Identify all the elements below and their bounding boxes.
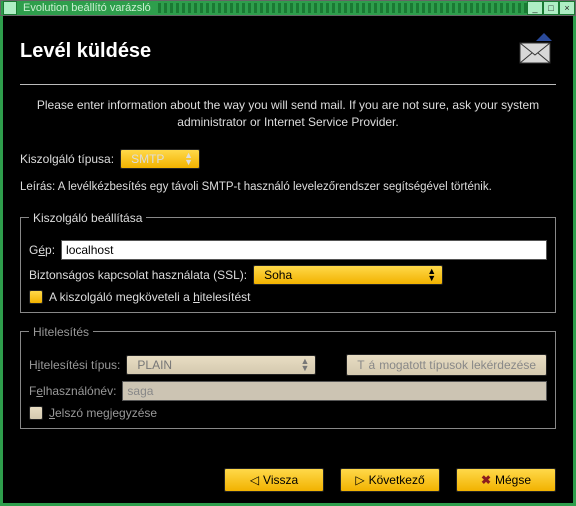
maximize-button[interactable]: □: [543, 1, 559, 15]
ssl-label: Biztonságos kapcsolat használata (SSL):: [29, 268, 247, 282]
auth-required-check[interactable]: A kiszolgáló megköveteli a hitelesítést: [29, 290, 547, 304]
triangle-right-icon: ▷: [355, 473, 364, 487]
remember-password-label: Jelszó megjegyzése: [49, 406, 157, 420]
minimize-button[interactable]: _: [527, 1, 543, 15]
auth-type-label: Hitelesítési típus:: [29, 358, 120, 372]
page-title: Levél küldése: [20, 40, 151, 63]
username-label: Felhasználónév:: [29, 384, 116, 398]
updown-icon: ▲▼: [300, 358, 309, 372]
auth-legend: Hitelesítés: [29, 325, 93, 339]
window-frame: Levél küldése Please enter information a…: [0, 16, 576, 506]
remember-password-check: Jelszó megjegyzése: [29, 406, 547, 420]
cancel-button[interactable]: ✖ Mégse: [456, 468, 556, 492]
window-menu-icon[interactable]: [3, 1, 17, 15]
auth-type-value: PLAIN: [137, 358, 172, 372]
triangle-left-icon: ◁: [250, 473, 259, 487]
checkbox-icon: [29, 406, 43, 420]
username-input: [122, 381, 547, 401]
next-button[interactable]: ▷ Következő: [340, 468, 440, 492]
host-input[interactable]: [61, 240, 547, 260]
auth-group: Hitelesítés Hitelesítési típus: PLAIN ▲▼…: [20, 325, 556, 429]
cancel-x-icon: ✖: [481, 473, 491, 487]
titlebar-grip: [155, 3, 527, 13]
query-types-button: Támogatott típusok lekérdezése: [346, 354, 547, 376]
window-title: Evolution beállító varázsló: [19, 2, 155, 14]
checkbox-icon: [29, 290, 43, 304]
description-text: Leírás: A levélkézbesítés egy távoli SMT…: [20, 181, 556, 193]
window: Evolution beállító varázsló _ □ × Levél …: [0, 0, 576, 506]
host-label: Gép:: [29, 243, 55, 257]
server-settings-group: Kiszolgáló beállítása Gép: Biztonságos k…: [20, 211, 556, 313]
close-button[interactable]: ×: [559, 1, 575, 15]
back-button[interactable]: ◁ Vissza: [224, 468, 324, 492]
auth-type-combo: PLAIN ▲▼: [126, 355, 316, 375]
updown-icon: ▲▼: [427, 268, 436, 282]
updown-icon: ▲▼: [184, 152, 193, 166]
ssl-value: Soha: [264, 268, 292, 282]
auth-required-label: A kiszolgáló megköveteli a hitelesítést: [49, 290, 250, 304]
server-settings-legend: Kiszolgáló beállítása: [29, 211, 146, 225]
ssl-combo[interactable]: Soha ▲▼: [253, 265, 443, 285]
server-type-combo[interactable]: SMTP ▲▼: [120, 149, 200, 169]
mail-send-icon: [514, 31, 556, 72]
server-type-value: SMTP: [131, 152, 164, 166]
titlebar: Evolution beállító varázsló _ □ ×: [0, 0, 576, 16]
server-type-label: Kiszolgáló típusa:: [20, 152, 114, 166]
intro-text: Please enter information about the way y…: [20, 97, 556, 131]
